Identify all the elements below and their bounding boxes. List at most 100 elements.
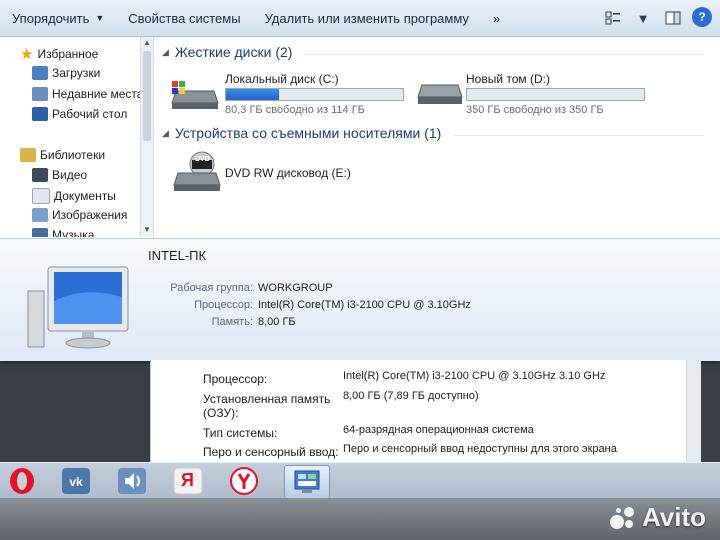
computer-icon	[27, 266, 129, 349]
hdd-group-header[interactable]: ◢ Жесткие диски (2)	[162, 44, 292, 60]
recent-places-icon	[32, 87, 48, 101]
sys-ram-label-2: (ОЗУ):	[203, 406, 239, 420]
taskbar-vk[interactable]: vk	[54, 465, 98, 497]
processor-value: Intel(R) Core(TM) i3-2100 CPU @ 3.10GHz	[258, 299, 471, 311]
view-dropdown-icon[interactable]: ▼	[632, 7, 654, 29]
sys-pen-label: Перо и сенсорный ввод:	[203, 445, 339, 459]
group-divider	[304, 54, 704, 55]
workgroup-value: WORKGROUP	[258, 282, 333, 294]
more-commands-button[interactable]: »	[481, 0, 512, 36]
view-options-icon[interactable]	[602, 7, 624, 29]
drive-d-free: 350 ГБ свободно из 350 ГБ	[466, 104, 604, 116]
system-properties-button[interactable]: Свойства системы	[116, 0, 252, 36]
drive-c-usage-bar	[225, 88, 404, 101]
nav-video[interactable]: Видео	[32, 168, 87, 182]
sys-scrollbar[interactable]	[686, 360, 701, 464]
scroll-down-icon[interactable]: ▼	[143, 225, 151, 234]
dvd-icon-label: DVD	[195, 156, 210, 163]
drive-d-usage-bar	[466, 88, 645, 101]
nav-libraries[interactable]: Библиотеки	[20, 148, 105, 162]
drive-c-free: 80,3 ГБ свободно из 114 ГБ	[225, 104, 365, 116]
taskbar: vk Я	[0, 462, 720, 499]
nav-downloads[interactable]: Загрузки	[32, 66, 100, 80]
sys-type-label: Тип системы:	[203, 426, 278, 440]
nav-desktop[interactable]: Рабочий стол	[32, 107, 127, 121]
memory-label: Память:	[211, 316, 253, 328]
nav-desktop-label: Рабочий стол	[52, 107, 128, 121]
drive-e[interactable]: DVD DVD RW дисковод (E:)	[172, 149, 422, 195]
speaker-icon	[118, 468, 146, 494]
yandex-letter: Я	[181, 470, 194, 490]
hdd-group-label: Жесткие диски (2)	[174, 44, 293, 60]
computer-name: INTEL-ПК	[148, 248, 207, 263]
organize-label: Упорядочить	[12, 10, 90, 26]
group-divider	[454, 135, 704, 136]
nav-images[interactable]: Изображения	[32, 208, 127, 222]
drive-c-name: Локальный диск (C:)	[225, 72, 339, 86]
preview-pane-icon[interactable]	[662, 7, 684, 29]
nav-favorites-label: Избранное	[37, 47, 99, 61]
chevron-down-icon: ▼	[95, 13, 105, 23]
collapse-icon: ◢	[162, 46, 169, 57]
memory-value: 8,00 ГБ	[258, 316, 296, 328]
removable-group-header[interactable]: ◢ Устройства со съемными носителями (1)	[162, 125, 441, 141]
music-library-icon	[32, 228, 48, 237]
navigation-pane: ★ Избранное Загрузки Недавние места Рабо…	[0, 37, 154, 237]
command-bar: Упорядочить ▼ Свойства системы Удалить и…	[0, 0, 720, 37]
system-drive-icon	[171, 81, 219, 109]
libraries-icon	[20, 148, 36, 162]
sys-ram-label: Установленная память	[203, 392, 331, 406]
downloads-folder-icon	[32, 66, 48, 80]
workgroup-label: Рабочая группа:	[170, 282, 253, 294]
nav-documents-label: Документы	[54, 189, 116, 203]
images-library-icon	[32, 208, 48, 222]
sys-processor-value: Intel(R) Core(TM) i3-2100 CPU @ 3.10GHz …	[343, 370, 606, 382]
drive-d[interactable]: Новый том (D:) 350 ГБ свободно из 350 ГБ	[416, 71, 666, 116]
nav-images-label: Изображения	[52, 208, 128, 222]
avito-logo-icon	[609, 505, 636, 531]
nav-favorites[interactable]: ★ Избранное	[20, 45, 98, 63]
drives-view: ◢ Жесткие диски (2) Локальный диск (C:) …	[154, 37, 720, 237]
system-info-window: Процессор: Intel(R) Core(TM) i3-2100 CPU…	[150, 360, 701, 464]
avito-watermark: Avito	[609, 502, 706, 533]
sys-type-value: 64-разрядная операционная система	[343, 424, 534, 436]
desktop-icon	[32, 107, 48, 121]
drive-e-name: DVD RW дисковод (E:)	[225, 166, 351, 180]
details-pane: INTEL-ПК Рабочая группа: WORKGROUP Проце…	[0, 238, 720, 361]
nav-scrollbar[interactable]: ▲ ▼	[140, 37, 153, 237]
scroll-up-icon[interactable]: ▲	[143, 38, 151, 47]
avito-text: Avito	[641, 502, 706, 532]
nav-music[interactable]: Музыка	[32, 228, 94, 237]
sys-pen-value: Перо и сенсорный ввод недоступны для это…	[343, 443, 617, 455]
taskbar-yandex-browser[interactable]	[222, 465, 266, 497]
help-icon[interactable]: ?	[692, 7, 712, 27]
taskbar-audio[interactable]	[110, 465, 154, 497]
drive-d-name: Новый том (D:)	[466, 72, 550, 86]
star-icon: ★	[20, 46, 34, 63]
sys-ram-value: 8,00 ГБ (7,89 ГБ доступно)	[343, 390, 479, 402]
sys-processor-label: Процессор:	[203, 372, 268, 386]
taskbar-opera[interactable]	[0, 465, 44, 497]
nav-downloads-label: Загрузки	[52, 66, 101, 80]
nav-recent-places[interactable]: Недавние места	[32, 87, 143, 101]
explorer-window: Упорядочить ▼ Свойства системы Удалить и…	[0, 0, 720, 361]
nav-music-label: Музыка	[52, 228, 95, 237]
drive-c-usage-fill	[226, 89, 280, 100]
nav-scroll-thumb[interactable]	[143, 51, 151, 141]
opera-icon	[10, 468, 34, 494]
nav-libraries-label: Библиотеки	[40, 148, 106, 162]
taskbar-yandex[interactable]: Я	[166, 465, 210, 497]
yandex-browser-icon	[230, 467, 258, 495]
hard-drive-icon	[417, 84, 463, 104]
control-panel-icon	[294, 470, 320, 493]
nav-documents[interactable]: Документы	[32, 188, 116, 204]
vk-icon: vk	[62, 468, 90, 494]
removable-group-label: Устройства со съемными носителями (1)	[174, 125, 442, 141]
taskbar-control-panel[interactable]	[284, 465, 330, 499]
drive-c[interactable]: Локальный диск (C:) 80,3 ГБ свободно из …	[170, 71, 420, 116]
documents-library-icon	[32, 188, 50, 204]
organize-button[interactable]: Упорядочить ▼	[0, 0, 116, 36]
uninstall-program-button[interactable]: Удалить или изменить программу	[253, 0, 481, 36]
collapse-icon: ◢	[162, 127, 169, 138]
video-library-icon	[32, 168, 48, 182]
